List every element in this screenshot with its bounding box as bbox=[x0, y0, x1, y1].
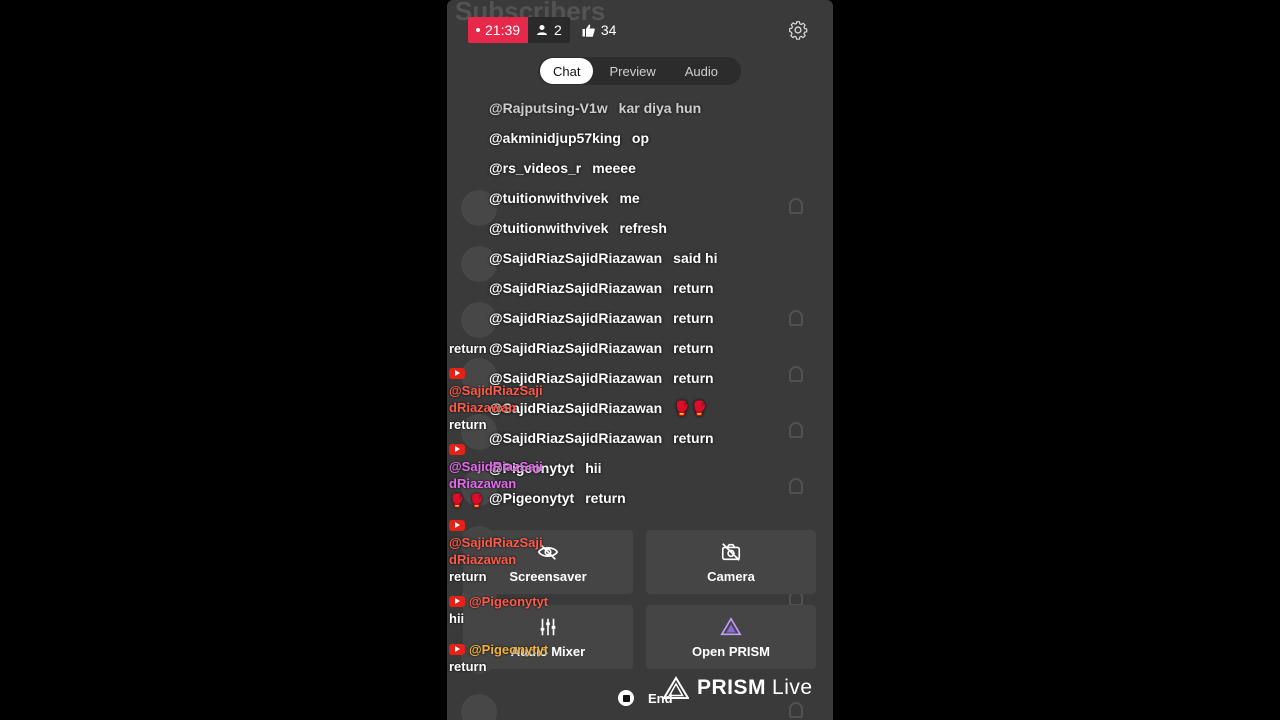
overlay-message: @SajidRiazSaji dRiazawan return bbox=[449, 517, 559, 585]
chat-text: 🥊🥊 bbox=[673, 399, 709, 416]
thumbs-up-icon bbox=[582, 24, 595, 37]
open-prism-button[interactable]: Open PRISM bbox=[646, 605, 816, 669]
chat-text: meeee bbox=[592, 160, 636, 176]
watermark-brand: PRISM bbox=[697, 676, 767, 699]
overlay-text: 🥊 🥊 bbox=[449, 493, 485, 508]
overlay-username: @SajidRiazSaji dRiazawan bbox=[449, 535, 543, 567]
overlay-text: hii bbox=[449, 611, 465, 626]
chat-text: hii bbox=[585, 460, 602, 476]
chat-username: @rs_videos_r bbox=[489, 160, 582, 176]
camera-label: Camera bbox=[707, 568, 755, 584]
camera-button[interactable]: Camera bbox=[646, 530, 816, 594]
chat-text: me bbox=[619, 190, 640, 206]
overlay-text: return bbox=[449, 417, 487, 432]
tab-audio[interactable]: Audio bbox=[672, 58, 731, 84]
chat-text: return bbox=[673, 340, 714, 356]
chat-message: @akminidjup57king op bbox=[489, 123, 809, 153]
chat-overlay: return @SajidRiazSaji dRiazawan return @… bbox=[449, 340, 559, 675]
chat-username: @tuitionwithvivek bbox=[489, 190, 609, 206]
chat-username: @SajidRiazSajidRiazawan bbox=[489, 250, 663, 266]
overlay-username: @SajidRiazSaji dRiazawan bbox=[449, 459, 543, 491]
chat-message: @SajidRiazSajidRiazawan return bbox=[489, 273, 809, 303]
camera-off-icon bbox=[721, 542, 741, 561]
chat-text: return bbox=[673, 280, 714, 296]
stop-icon bbox=[618, 690, 634, 706]
view-tabs: Chat Preview Audio bbox=[538, 57, 741, 85]
live-timer-badge: 21:39 bbox=[468, 17, 529, 43]
chat-message: @SajidRiazSajidRiazawan said hi bbox=[489, 243, 809, 273]
chat-text: refresh bbox=[619, 220, 667, 236]
gear-icon[interactable] bbox=[788, 20, 808, 40]
youtube-icon bbox=[449, 368, 465, 379]
tab-chat[interactable]: Chat bbox=[540, 58, 594, 84]
watermark-suffix: Live bbox=[772, 676, 813, 699]
chat-message: @tuitionwithvivek me bbox=[489, 183, 809, 213]
viewer-count: 2 bbox=[528, 17, 570, 43]
overlay-username: @SajidRiazSaji dRiazawan bbox=[449, 383, 543, 415]
overlay-text: return bbox=[449, 341, 487, 356]
overlay-message: @Pigeonytyt hii bbox=[449, 593, 559, 627]
overlay-username: @Pigeonytyt bbox=[469, 642, 549, 657]
live-time: 21:39 bbox=[485, 22, 521, 38]
like-count-value: 34 bbox=[600, 22, 617, 38]
chat-username: @akminidjup57king bbox=[489, 130, 621, 146]
youtube-icon bbox=[449, 596, 465, 607]
overlay-username: @Pigeonytyt bbox=[469, 594, 549, 609]
overlay-text: return bbox=[449, 659, 487, 674]
overlay-text: return bbox=[449, 569, 487, 584]
prism-watermark-logo-icon bbox=[663, 676, 689, 699]
youtube-icon bbox=[449, 644, 465, 655]
chat-username: @SajidRiazSajidRiazawan bbox=[489, 310, 663, 326]
chat-text: said hi bbox=[673, 250, 718, 266]
chat-text: return bbox=[673, 310, 714, 326]
open-prism-label: Open PRISM bbox=[691, 643, 770, 659]
person-icon bbox=[537, 25, 548, 35]
chat-text: return bbox=[673, 370, 714, 386]
overlay-message: return bbox=[449, 340, 559, 357]
like-count: 34 bbox=[570, 17, 629, 43]
prism-logo-icon bbox=[720, 616, 742, 635]
overlay-message: @SajidRiazSaji dRiazawan return bbox=[449, 365, 559, 433]
overlay-message: @Pigeonytyt return bbox=[449, 641, 559, 675]
youtube-icon bbox=[449, 520, 465, 531]
chat-message: @tuitionwithvivek refresh bbox=[489, 213, 809, 243]
chat-username: @SajidRiazSajidRiazawan bbox=[489, 280, 663, 296]
tab-preview[interactable]: Preview bbox=[596, 58, 668, 84]
stream-status-bar: 21:39 2 34 bbox=[468, 17, 628, 43]
prism-live-watermark: PRISM Live bbox=[663, 676, 813, 700]
chat-text: kar diya hun bbox=[618, 100, 702, 116]
chat-text: return bbox=[673, 430, 714, 446]
chat-text: return bbox=[585, 490, 626, 506]
chat-username: @Rajputsing-V1w bbox=[489, 100, 608, 116]
chat-text: op bbox=[631, 130, 650, 146]
live-dot-icon bbox=[476, 28, 480, 32]
youtube-icon bbox=[449, 444, 465, 455]
overlay-message: @SajidRiazSaji dRiazawan 🥊 🥊 bbox=[449, 441, 559, 509]
chat-message: @Rajputsing-V1w kar diya hun bbox=[489, 93, 809, 123]
chat-message: @rs_videos_r meeee bbox=[489, 153, 809, 183]
viewer-count-value: 2 bbox=[554, 22, 562, 38]
chat-username: @tuitionwithvivek bbox=[489, 220, 609, 236]
chat-message: @SajidRiazSajidRiazawan return bbox=[489, 303, 809, 333]
